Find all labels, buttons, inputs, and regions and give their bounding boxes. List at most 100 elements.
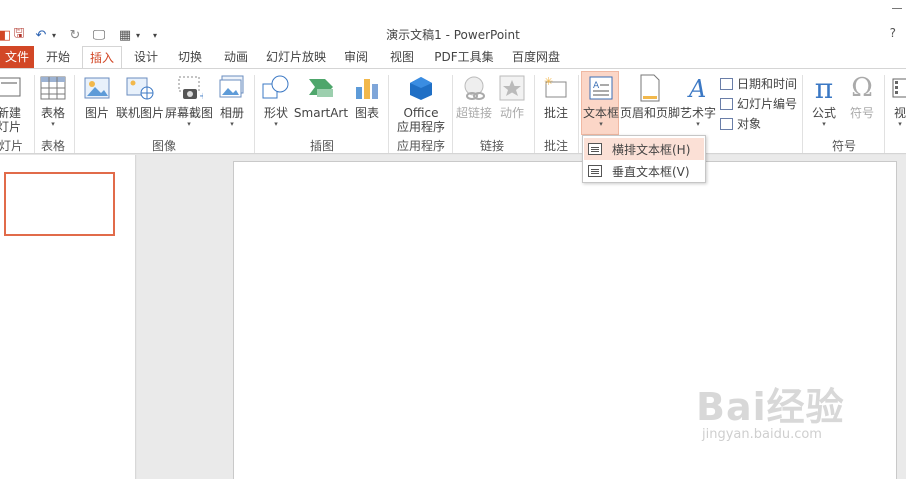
online-picture-button[interactable]: 联机图片 xyxy=(116,73,164,120)
video-label: 视 xyxy=(893,106,906,120)
tab-insert[interactable]: 插入 xyxy=(82,46,122,68)
textbox-label: 文本框 xyxy=(582,106,619,120)
screenshot-icon: + xyxy=(174,73,204,103)
online-picture-label: 联机图片 xyxy=(116,106,165,120)
horizontal-textbox-icon xyxy=(588,143,602,155)
symbol-button[interactable]: Ω 符号 xyxy=(846,73,878,120)
symbol-label: 符号 xyxy=(849,106,874,120)
tab-home[interactable]: 开始 xyxy=(40,46,76,68)
object-button[interactable]: 对象 xyxy=(720,115,761,132)
group-separator xyxy=(388,75,389,153)
wordart-button[interactable]: A 艺术字 ▾ xyxy=(680,73,716,128)
slide-number-icon xyxy=(720,97,733,110)
screenshot-button[interactable]: + 屏幕截图 ▾ xyxy=(165,73,214,128)
header-footer-label: 页眉和页脚 xyxy=(620,106,681,120)
powerpoint-window: ◧ 🖫 ↶ ▾ ↻ 🖵 ▦ ▾ ▾ 演示文稿1 - PowerPoint ? 文… xyxy=(0,0,906,479)
group-separator xyxy=(534,75,535,153)
screenshot-label: 屏幕截图 xyxy=(165,106,214,120)
horizontal-textbox-label: 横排文本框(H) xyxy=(612,142,691,157)
pi-icon: π xyxy=(814,71,834,105)
tab-view[interactable]: 视图 xyxy=(382,46,422,68)
svg-text:+: + xyxy=(199,91,203,101)
album-button[interactable]: 相册 ▾ xyxy=(216,73,248,128)
vertical-textbox-item[interactable]: 垂直文本框(V) xyxy=(584,160,704,182)
header-footer-icon xyxy=(635,73,665,103)
tab-pdf-tools[interactable]: PDF工具集 xyxy=(430,46,498,68)
group-separator xyxy=(34,75,35,153)
object-label: 对象 xyxy=(737,117,762,131)
dropdown-arrow-icon: ▾ xyxy=(898,120,902,128)
tab-file[interactable]: 文件 xyxy=(0,46,34,68)
comment-icon: ✳ xyxy=(541,73,571,103)
video-button[interactable]: 视 ▾ xyxy=(890,73,906,128)
tab-baidu-netdisk[interactable]: 百度网盘 xyxy=(506,46,566,68)
hyperlink-icon xyxy=(459,73,489,103)
table-icon xyxy=(38,73,68,103)
help-icon[interactable]: ? xyxy=(890,26,896,40)
action-label: 动作 xyxy=(499,106,524,120)
group-separator xyxy=(74,75,75,153)
chart-icon xyxy=(352,73,382,103)
album-label: 相册 xyxy=(219,106,244,120)
group-separator xyxy=(254,75,255,153)
picture-button[interactable]: 图片 xyxy=(82,73,112,120)
textbox-button[interactable]: A 文本框 ▾ xyxy=(582,73,620,128)
wordart-label: 艺术字 xyxy=(680,106,717,120)
group-symbols: 符号 xyxy=(831,139,856,153)
dropdown-arrow-icon: ▾ xyxy=(187,120,191,128)
tab-design[interactable]: 设计 xyxy=(128,46,164,68)
picture-icon xyxy=(82,73,112,103)
header-footer-button[interactable]: 页眉和页脚 xyxy=(620,73,681,120)
group-links: 链接 xyxy=(479,139,504,153)
smartart-label: SmartArt xyxy=(293,106,349,120)
action-star-icon xyxy=(497,73,527,103)
slide-thumbnail[interactable] xyxy=(4,172,115,236)
shapes-icon xyxy=(261,73,291,103)
tab-slideshow[interactable]: 幻灯片放映 xyxy=(262,46,330,68)
group-separator xyxy=(802,75,803,153)
vertical-textbox-icon xyxy=(588,165,602,177)
svg-text:A: A xyxy=(687,75,706,101)
online-picture-icon xyxy=(125,73,155,103)
horizontal-textbox-item[interactable]: 横排文本框(H) xyxy=(584,138,704,160)
ribbon: 新建 灯片 表格 ▾ 图片 联机图片 + 屏幕截图 ▾ 相册 ▾ xyxy=(0,68,906,154)
office-store-icon xyxy=(406,73,436,103)
table-button[interactable]: 表格 ▾ xyxy=(38,73,68,128)
window-title: 演示文稿1 - PowerPoint xyxy=(386,28,520,42)
dropdown-arrow-icon: ▾ xyxy=(696,120,700,128)
group-comments: 批注 xyxy=(543,139,568,153)
equation-button[interactable]: π 公式 ▾ xyxy=(808,71,840,129)
office-apps-label: Office xyxy=(403,106,439,120)
dropdown-arrow-icon: ▾ xyxy=(230,120,234,128)
group-illustrations: 插图 xyxy=(309,139,334,153)
vertical-textbox-label: 垂直文本框(V) xyxy=(612,164,690,179)
tab-animations[interactable]: 动画 xyxy=(216,46,256,68)
svg-text:✳: ✳ xyxy=(544,75,553,88)
new-slide-button[interactable]: 新建 灯片 xyxy=(0,73,24,134)
chart-button[interactable]: 图表 xyxy=(352,73,382,120)
smartart-button[interactable]: SmartArt xyxy=(293,73,349,120)
slide-number-button[interactable]: 幻灯片编号 xyxy=(720,95,797,112)
dropdown-arrow-icon: ▾ xyxy=(274,120,278,128)
tab-transitions[interactable]: 切换 xyxy=(170,46,210,68)
shapes-button[interactable]: 形状 ▾ xyxy=(260,73,292,128)
picture-label: 图片 xyxy=(84,106,109,120)
office-apps-button[interactable]: Office 应用程序 xyxy=(392,73,450,134)
slide-thumbnail-pane xyxy=(0,155,136,479)
baidu-logo: Bai经验 xyxy=(696,385,845,429)
tab-review[interactable]: 审阅 xyxy=(338,46,374,68)
textbox-dropdown-menu: 横排文本框(H) 垂直文本框(V) xyxy=(582,135,706,183)
album-icon xyxy=(217,73,247,103)
wordart-icon: A xyxy=(683,73,713,103)
date-time-button[interactable]: 日期和时间 xyxy=(720,75,797,92)
dropdown-arrow-icon: ▾ xyxy=(599,120,603,128)
omega-icon: Ω xyxy=(851,73,873,103)
hyperlink-label: 超链接 xyxy=(456,106,493,120)
smartart-icon xyxy=(306,73,336,103)
comment-button[interactable]: ✳ 批注 xyxy=(540,73,572,120)
textbox-icon: A xyxy=(586,73,616,103)
group-separator xyxy=(452,75,453,153)
minimize-icon[interactable] xyxy=(892,8,902,9)
action-button[interactable]: 动作 xyxy=(496,73,528,120)
hyperlink-button[interactable]: 超链接 xyxy=(456,73,492,120)
